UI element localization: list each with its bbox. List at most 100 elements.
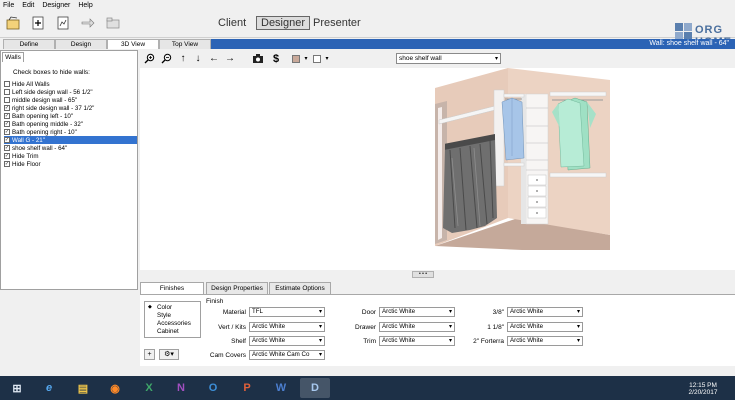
wall-checkbox[interactable]: ✓: [4, 113, 10, 119]
wall-list-item[interactable]: ✓ right side design wall - 37 1/2": [4, 104, 137, 112]
floor-color-swatch[interactable]: [313, 55, 321, 63]
bottom-tabs: Finishes Design Properties Estimate Opti…: [140, 282, 735, 294]
door-select[interactable]: Arctic White ▾: [379, 307, 455, 317]
wall-list-item[interactable]: ✓ Bath opening middle - 32": [4, 120, 137, 128]
field-label-trim: Trim: [363, 338, 376, 345]
wall-label: shoe shelf wall - 64": [12, 144, 68, 152]
wall-checkbox[interactable]: ✓: [4, 145, 10, 151]
tree-item-cabinet[interactable]: Cabinet: [157, 328, 179, 335]
system-clock[interactable]: 12:15 PM 2/20/2017: [686, 382, 720, 396]
powerpoint-icon[interactable]: P: [232, 378, 262, 398]
chevron-down-icon[interactable]: ▾: [321, 53, 333, 65]
menu-bar: File Edit Designer Help: [0, 0, 735, 11]
wall-list-item[interactable]: ✓ Hide Floor: [4, 160, 137, 168]
wall-checkbox[interactable]: ✓: [4, 137, 10, 143]
file-explorer-icon[interactable]: ▤: [68, 378, 98, 398]
walls-panel: Walls Check boxes to hide walls: Hide Al…: [0, 50, 138, 290]
chevron-down-icon[interactable]: ▾: [300, 53, 312, 65]
chevron-down-icon: ▾: [318, 324, 322, 330]
tree-item-accessories[interactable]: Accessories: [157, 320, 191, 327]
designer-app-icon[interactable]: D: [300, 378, 330, 398]
blue-shirt: [501, 97, 525, 161]
new-file-icon[interactable]: [30, 15, 46, 31]
wall-list-item[interactable]: ✓ Hide Trim: [4, 152, 137, 160]
wall-label: middle design wall - 65": [12, 96, 78, 104]
material-select[interactable]: TFL ▾: [249, 307, 325, 317]
field-label-3-8: 3/8": [492, 309, 504, 316]
dollar-icon[interactable]: $: [270, 53, 282, 65]
viewport-splitter[interactable]: • • •: [412, 271, 434, 278]
zoom-in-icon[interactable]: [143, 53, 155, 65]
tree-expander-icon[interactable]: ◆: [148, 304, 152, 310]
folder-icon[interactable]: [105, 15, 121, 31]
cam-covers-select[interactable]: Arctic White Cam Co ▾: [249, 350, 325, 360]
tab-finishes[interactable]: Finishes: [140, 282, 204, 294]
wall-list-item[interactable]: ✓ Bath opening right - 10": [4, 128, 137, 136]
arrow-right-icon[interactable]: →: [224, 53, 236, 65]
add-button[interactable]: +: [144, 349, 155, 360]
walls-tab[interactable]: Walls: [2, 52, 24, 62]
tab-define[interactable]: Define: [3, 39, 55, 49]
settings-gear-icon[interactable]: ⚙▾: [159, 349, 179, 360]
menu-edit[interactable]: Edit: [22, 2, 34, 9]
wall-label: Wall G - 21": [12, 136, 45, 144]
wall-checkbox[interactable]: [4, 97, 10, 103]
tree-item-style[interactable]: Style: [157, 312, 171, 319]
camera-icon[interactable]: [252, 53, 264, 65]
tab-estimate-options[interactable]: Estimate Options: [269, 282, 331, 294]
chevron-down-icon: ▾: [576, 338, 580, 344]
three-eighths-select[interactable]: Arctic White ▾: [507, 307, 583, 317]
menu-designer[interactable]: Designer: [42, 2, 70, 9]
zoom-out-icon[interactable]: [160, 53, 172, 65]
tab-design[interactable]: Design: [55, 39, 107, 49]
client-mode-button[interactable]: Client: [218, 17, 246, 29]
wall-list-item[interactable]: Left side design wall - 56 1/2": [4, 88, 137, 96]
wall-list-item[interactable]: Hide All Walls: [4, 80, 137, 88]
chevron-down-icon: ▾: [448, 309, 452, 315]
field-label-forterra: 2" Forterra: [473, 338, 504, 345]
windows-logo-icon[interactable]: ⊞: [2, 378, 32, 398]
trim-select[interactable]: Arctic White ▾: [379, 336, 455, 346]
firefox-icon[interactable]: ◉: [100, 378, 130, 398]
word-icon[interactable]: W: [266, 378, 296, 398]
presenter-mode-button[interactable]: Presenter: [313, 17, 361, 29]
arrow-left-icon[interactable]: ←: [208, 53, 220, 65]
send-icon[interactable]: [80, 15, 96, 31]
3d-viewport[interactable]: [140, 68, 735, 270]
report-icon[interactable]: [55, 15, 71, 31]
wall-list-item[interactable]: ✓ Wall G - 21": [4, 136, 137, 144]
internet-explorer-icon[interactable]: e: [34, 378, 64, 398]
menu-help[interactable]: Help: [78, 2, 92, 9]
wall-checkbox[interactable]: ✓: [4, 121, 10, 127]
vert-kits-select[interactable]: Arctic White ▾: [249, 322, 325, 332]
wall-checkbox[interactable]: [4, 81, 10, 87]
arrow-down-icon[interactable]: ↓: [192, 53, 204, 65]
main-toolbar: Client Designer Presenter ORG HOME.: [0, 11, 735, 48]
designer-mode-button[interactable]: Designer: [256, 16, 311, 30]
wall-select-dropdown[interactable]: shoe shelf wall ▾: [396, 53, 501, 64]
menu-file[interactable]: File: [3, 2, 14, 9]
wall-list-item[interactable]: ✓ shoe shelf wall - 64": [4, 144, 137, 152]
open-folder-icon[interactable]: [5, 15, 21, 31]
tab-3d-view[interactable]: 3D View: [107, 39, 159, 49]
wall-checkbox[interactable]: ✓: [4, 105, 10, 111]
wall-checkbox[interactable]: [4, 89, 10, 95]
drawer-select[interactable]: Arctic White ▾: [379, 322, 455, 332]
wall-checkbox[interactable]: ✓: [4, 161, 10, 167]
excel-icon[interactable]: X: [134, 378, 164, 398]
wall-list-item[interactable]: middle design wall - 65": [4, 96, 137, 104]
chevron-down-icon: ▾: [318, 309, 322, 315]
wall-color-swatch[interactable]: [292, 55, 300, 63]
tab-top-view[interactable]: Top View: [159, 39, 211, 49]
tree-item-color[interactable]: Color: [157, 304, 172, 311]
outlook-icon[interactable]: O: [198, 378, 228, 398]
tab-design-properties[interactable]: Design Properties: [206, 282, 268, 294]
shelf-select[interactable]: Arctic White ▾: [249, 336, 325, 346]
one-eighth-select[interactable]: Arctic White ▾: [507, 322, 583, 332]
wall-checkbox[interactable]: ✓: [4, 153, 10, 159]
forterra-select[interactable]: Arctic White ▾: [507, 336, 583, 346]
wall-checkbox[interactable]: ✓: [4, 129, 10, 135]
wall-list-item[interactable]: ✓ Bath opening left - 10": [4, 112, 137, 120]
onenote-icon[interactable]: N: [166, 378, 196, 398]
arrow-up-icon[interactable]: ↑: [177, 53, 189, 65]
